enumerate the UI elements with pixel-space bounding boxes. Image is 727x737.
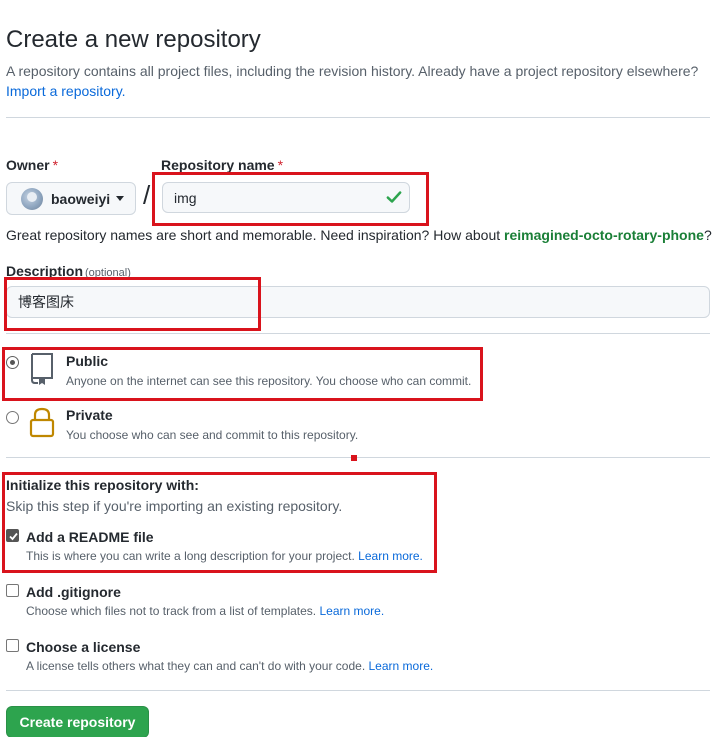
page-title: Create a new repository — [6, 26, 261, 53]
private-description: You choose who can see and commit to thi… — [66, 428, 359, 442]
owner-label: Owner * — [6, 157, 59, 173]
gitignore-title: Add .gitignore — [26, 584, 121, 600]
private-radio[interactable] — [6, 411, 19, 424]
owner-select[interactable]: baoweiyi — [6, 182, 136, 215]
highlight-box-public — [2, 347, 483, 401]
page-subtitle: A repository contains all project files,… — [6, 63, 699, 79]
description-divider — [6, 333, 710, 334]
highlight-box-readme — [2, 472, 437, 573]
create-repository-button[interactable]: Create repository — [6, 706, 149, 737]
private-title: Private — [66, 407, 113, 423]
red-marker-dot — [351, 455, 357, 461]
init-divider — [6, 690, 710, 691]
repo-name-label: Repository name * — [161, 157, 284, 173]
gitignore-description: Choose which files not to track from a l… — [26, 604, 385, 618]
visibility-divider — [6, 457, 710, 458]
owner-repo-separator: / — [143, 180, 151, 210]
license-learn-more-link[interactable]: Learn more. — [369, 659, 434, 673]
gitignore-learn-more-link[interactable]: Learn more. — [319, 604, 384, 618]
lock-icon — [29, 407, 55, 438]
license-checkbox[interactable] — [6, 639, 19, 652]
header-divider — [6, 117, 710, 118]
name-hint: Great repository names are short and mem… — [6, 227, 712, 243]
owner-required-mark: * — [52, 157, 59, 173]
suggested-name-link[interactable]: reimagined-octo-rotary-phone — [504, 227, 704, 243]
highlight-box-description — [4, 277, 261, 331]
license-description: A license tells others what they can and… — [26, 659, 434, 673]
highlight-box-repo-name — [152, 172, 429, 226]
gitignore-checkbox[interactable] — [6, 584, 19, 597]
repo-name-required-mark: * — [277, 157, 284, 173]
import-repository-link[interactable]: Import a repository. — [6, 81, 126, 101]
owner-name: baoweiyi — [51, 190, 111, 207]
create-repo-page: Create a new repository A repository con… — [0, 0, 727, 737]
chevron-down-icon — [116, 196, 125, 201]
avatar — [21, 187, 43, 210]
license-title: Choose a license — [26, 639, 141, 655]
